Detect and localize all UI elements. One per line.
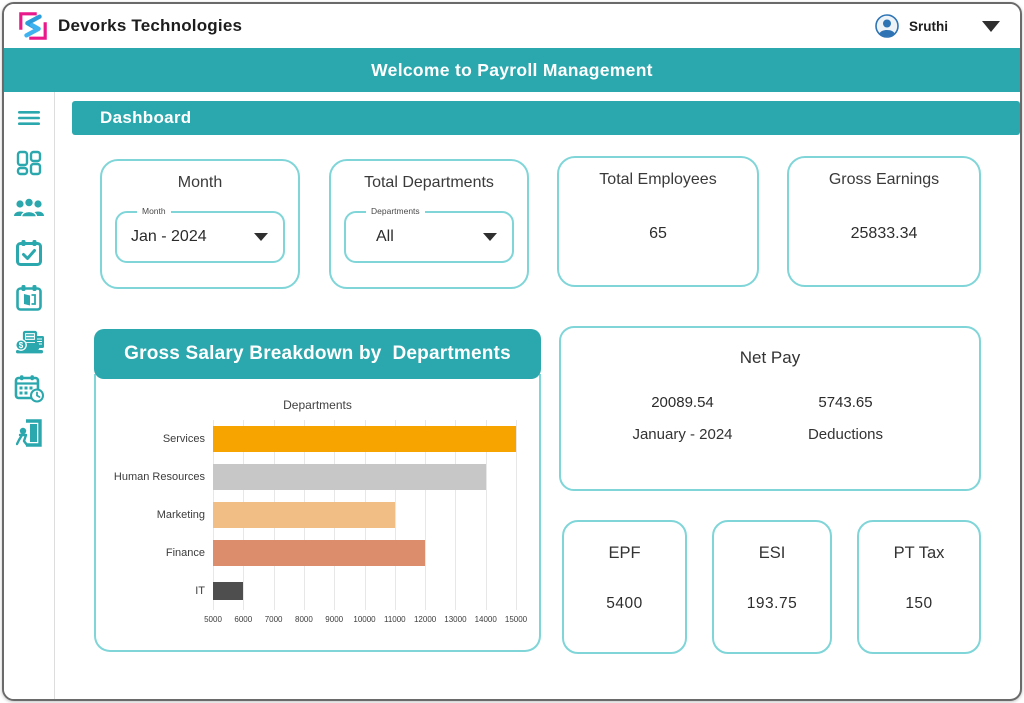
departments-select[interactable]: Departments All bbox=[344, 211, 514, 263]
chart-category-label: IT bbox=[106, 572, 213, 610]
chart-x-axis: 5000600070008000900010000110001200013000… bbox=[213, 615, 516, 629]
net-pay-period: January - 2024 bbox=[632, 426, 732, 443]
gross-salary-chart: Departments ServicesHuman ResourcesMarke… bbox=[94, 374, 541, 652]
departments-select-caret-icon[interactable] bbox=[483, 233, 497, 241]
menu-icon[interactable] bbox=[12, 104, 46, 132]
deductions-label: Deductions bbox=[808, 426, 883, 443]
timesheet-calendar-icon[interactable] bbox=[12, 374, 46, 402]
net-pay-title: Net Pay bbox=[561, 348, 979, 368]
month-card-title: Month bbox=[102, 174, 298, 192]
chart-body: ServicesHuman ResourcesMarketingFinanceI… bbox=[106, 420, 516, 610]
total-employees-value: 65 bbox=[559, 225, 757, 243]
chart-x-tick: 15000 bbox=[505, 615, 527, 624]
chart-bar-marketing bbox=[213, 502, 395, 528]
chart-gridline bbox=[516, 420, 517, 610]
employees-icon[interactable] bbox=[12, 194, 46, 222]
payroll-icon[interactable]: $ bbox=[12, 329, 46, 357]
deductions-amount: 5743.65 bbox=[818, 394, 872, 411]
chart-section-title: Gross Salary Breakdown by Departments bbox=[124, 343, 511, 365]
page-header: Dashboard bbox=[72, 101, 1020, 135]
chart-category-label: Services bbox=[106, 420, 213, 458]
pt-tax-title: PT Tax bbox=[859, 544, 979, 563]
company-name: Devorks Technologies bbox=[58, 16, 242, 36]
chart-x-tick: 12000 bbox=[414, 615, 436, 624]
gross-earnings-title: Gross Earnings bbox=[789, 171, 979, 189]
total-employees-card: Total Employees 65 bbox=[557, 156, 759, 287]
user-name: Sruthi bbox=[909, 19, 948, 34]
chart-plot bbox=[213, 420, 516, 610]
app-window: Devorks Technologies Sruthi Welcome to P… bbox=[2, 2, 1022, 701]
chart-x-tick: 8000 bbox=[295, 615, 313, 624]
svg-text:$: $ bbox=[19, 341, 24, 350]
chart-x-tick: 14000 bbox=[475, 615, 497, 624]
esi-value: 193.75 bbox=[714, 595, 830, 613]
chart-category-labels: ServicesHuman ResourcesMarketingFinanceI… bbox=[106, 420, 213, 610]
gross-earnings-card: Gross Earnings 25833.34 bbox=[787, 156, 981, 287]
attendance-calendar-icon[interactable] bbox=[12, 239, 46, 267]
chart-x-tick: 11000 bbox=[384, 615, 406, 624]
company-logo-icon bbox=[18, 11, 48, 41]
departments-card-title: Total Departments bbox=[331, 174, 527, 192]
month-select-label: Month bbox=[137, 206, 171, 216]
chart-x-tick: 9000 bbox=[325, 615, 343, 624]
pt-tax-card: PT Tax 150 bbox=[857, 520, 981, 654]
chart-title: Departments bbox=[96, 398, 539, 412]
chart-category-label: Finance bbox=[106, 534, 213, 572]
chart-x-tick: 6000 bbox=[234, 615, 252, 624]
month-filter-card: Month Month Jan - 2024 bbox=[100, 159, 300, 289]
chart-category-label: Marketing bbox=[106, 496, 213, 534]
chart-category-label: Human Resources bbox=[106, 458, 213, 496]
leave-calendar-icon[interactable] bbox=[12, 284, 46, 312]
esi-card: ESI 193.75 bbox=[712, 520, 832, 654]
month-select-caret-icon[interactable] bbox=[254, 233, 268, 241]
user-avatar-icon bbox=[875, 14, 899, 38]
total-employees-title: Total Employees bbox=[559, 171, 757, 189]
epf-title: EPF bbox=[564, 544, 685, 563]
esi-title: ESI bbox=[714, 544, 830, 563]
chart-section-header: Gross Salary Breakdown by Departments bbox=[94, 329, 541, 379]
logout-icon[interactable] bbox=[12, 419, 46, 447]
dashboard-icon[interactable] bbox=[12, 149, 46, 177]
chart-bar-services bbox=[213, 426, 516, 452]
departments-filter-card: Total Departments Departments All bbox=[329, 159, 529, 289]
chart-x-tick: 10000 bbox=[353, 615, 375, 624]
user-menu-caret-icon[interactable] bbox=[982, 21, 1000, 32]
month-select[interactable]: Month Jan - 2024 bbox=[115, 211, 285, 263]
app-root: Devorks Technologies Sruthi Welcome to P… bbox=[0, 0, 1024, 703]
chart-bar-human-resources bbox=[213, 464, 486, 490]
user-menu[interactable]: Sruthi bbox=[875, 14, 1006, 38]
welcome-banner-text: Welcome to Payroll Management bbox=[371, 60, 653, 81]
pt-tax-value: 150 bbox=[859, 595, 979, 613]
chart-x-tick: 13000 bbox=[444, 615, 466, 624]
departments-select-value: All bbox=[376, 228, 394, 246]
net-pay-card: Net Pay 20089.54 5743.65 January - 2024 … bbox=[559, 326, 981, 491]
sidebar-nav: $ bbox=[4, 92, 55, 699]
month-select-value: Jan - 2024 bbox=[131, 228, 207, 246]
gross-earnings-value: 25833.34 bbox=[789, 225, 979, 243]
chart-x-tick: 5000 bbox=[204, 615, 222, 624]
chart-bar-it bbox=[213, 582, 243, 600]
net-pay-amount: 20089.54 bbox=[651, 394, 714, 411]
departments-select-label: Departments bbox=[366, 206, 425, 216]
top-bar: Devorks Technologies Sruthi bbox=[4, 4, 1020, 48]
epf-card: EPF 5400 bbox=[562, 520, 687, 654]
chart-bar-finance bbox=[213, 540, 425, 566]
welcome-banner: Welcome to Payroll Management bbox=[4, 48, 1020, 92]
page-title: Dashboard bbox=[100, 108, 192, 128]
chart-x-tick: 7000 bbox=[265, 615, 283, 624]
epf-value: 5400 bbox=[564, 595, 685, 613]
